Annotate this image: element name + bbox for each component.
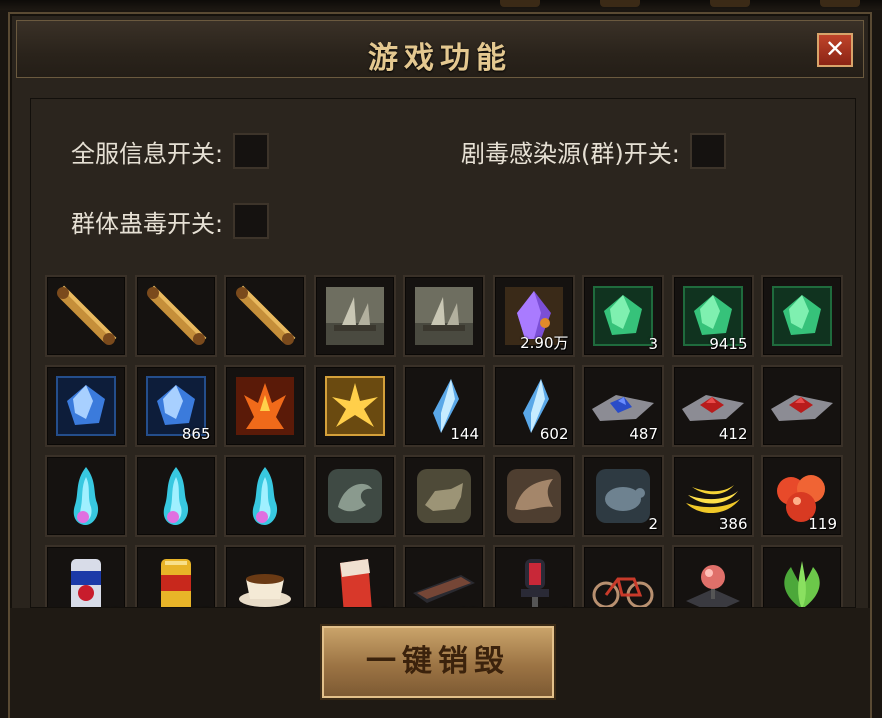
green-gem-icon bbox=[769, 283, 835, 349]
item-count: 9415 bbox=[709, 335, 748, 353]
tiger-tablet-icon bbox=[411, 463, 477, 529]
inventory-slot[interactable]: 412 bbox=[671, 365, 754, 447]
green-leaves-icon bbox=[769, 553, 835, 607]
inventory-slot[interactable] bbox=[671, 545, 754, 607]
ghost-ship-icon bbox=[411, 283, 477, 349]
inventory-slot[interactable]: 12 bbox=[403, 545, 485, 607]
inventory-slot[interactable] bbox=[403, 275, 485, 357]
inventory-slot[interactable] bbox=[224, 275, 306, 357]
golden-burst-icon bbox=[322, 373, 388, 439]
settings-panel: 全服信息开关: 剧毒感染源(群)开关: 群体蛊毒开关: 2.90万 3 9415 86… bbox=[30, 98, 856, 608]
inventory-slot[interactable] bbox=[45, 275, 127, 357]
bicycle-icon bbox=[590, 553, 656, 607]
title-bar: 游戏功能 ✕ bbox=[16, 20, 864, 78]
inventory-slot[interactable] bbox=[134, 275, 217, 357]
toggle-label: 群体蛊毒开关: bbox=[71, 209, 224, 238]
spirit-flame-icon bbox=[232, 463, 298, 529]
top-ornament bbox=[500, 0, 540, 7]
scroll-icon bbox=[53, 283, 119, 349]
inventory-slot[interactable]: 2.90万 bbox=[492, 275, 575, 357]
toggle-server-message: 全服信息开关: bbox=[71, 133, 270, 169]
inventory-slot[interactable] bbox=[492, 455, 575, 537]
footer-bar: 一键销毁 bbox=[10, 608, 870, 718]
top-ornament bbox=[710, 0, 750, 7]
fire-crystal-icon bbox=[232, 373, 298, 439]
item-count: 2.90万 bbox=[520, 334, 569, 352]
inventory-slot[interactable]: 865 bbox=[134, 365, 217, 447]
server-message-checkbox[interactable] bbox=[233, 133, 270, 169]
green-gem-icon bbox=[590, 283, 656, 349]
joystick-icon bbox=[680, 553, 746, 607]
inventory-slot[interactable]: 119 bbox=[761, 455, 843, 537]
cola-can-icon bbox=[53, 553, 119, 607]
item-count: 144 bbox=[450, 425, 479, 443]
item-count: 2 bbox=[648, 515, 658, 533]
top-ornament bbox=[820, 0, 860, 7]
poison-infection-checkbox[interactable] bbox=[689, 133, 726, 169]
inventory-slot[interactable] bbox=[45, 455, 127, 537]
toggle-label: 全服信息开关: bbox=[71, 139, 224, 168]
inventory-slot[interactable]: 144 bbox=[403, 365, 485, 447]
inventory-slot[interactable] bbox=[313, 365, 396, 447]
item-count: 602 bbox=[539, 425, 569, 443]
top-ornament bbox=[600, 0, 640, 7]
inventory-slot[interactable]: 2 bbox=[582, 455, 664, 537]
inventory-slot[interactable] bbox=[761, 275, 843, 357]
inventory-slot[interactable]: 37 bbox=[134, 545, 217, 607]
inventory-slot[interactable] bbox=[313, 275, 396, 357]
item-count: 487 bbox=[629, 425, 658, 443]
item-count: 3 bbox=[648, 335, 658, 353]
window-title: 游戏功能 bbox=[368, 41, 512, 76]
item-count: 865 bbox=[181, 425, 211, 443]
dragon-tablet-icon bbox=[322, 463, 388, 529]
keyboard-icon bbox=[411, 553, 477, 607]
gaming-chair-icon bbox=[501, 553, 567, 607]
ghost-ship-icon bbox=[322, 283, 388, 349]
item-count: 119 bbox=[808, 515, 837, 533]
inventory-slot[interactable]: 487 bbox=[582, 365, 664, 447]
toggle-poison-infection: 剧毒感染源(群)开关: bbox=[461, 133, 726, 169]
inventory-slot[interactable] bbox=[403, 455, 485, 537]
destroy-all-button[interactable]: 一键销毁 bbox=[322, 626, 554, 698]
inventory-slot[interactable] bbox=[134, 455, 217, 537]
inventory-slot[interactable]: 3 bbox=[582, 275, 664, 357]
game-functions-window: 游戏功能 ✕ 全服信息开关: 剧毒感染源(群)开关: 群体蛊毒开关: 2.90万… bbox=[8, 12, 872, 718]
inventory-slot[interactable]: 2 bbox=[582, 545, 664, 607]
spirit-flame-icon bbox=[143, 463, 209, 529]
spirit-flame-icon bbox=[53, 463, 119, 529]
inventory-slot[interactable]: 386 bbox=[671, 455, 754, 537]
turtle-tablet-icon bbox=[590, 463, 656, 529]
item-count: 386 bbox=[718, 515, 748, 533]
inventory-grid: 2.90万 3 9415 865 144 602 487 412 2 386 119 92373019… bbox=[45, 275, 843, 607]
phoenix-tablet-icon bbox=[501, 463, 567, 529]
inventory-slot[interactable] bbox=[45, 365, 127, 447]
juice-box-icon bbox=[322, 553, 388, 607]
red-ore-icon bbox=[769, 373, 835, 439]
energy-drink-icon bbox=[143, 553, 209, 607]
inventory-slot[interactable] bbox=[313, 455, 396, 537]
inventory-slot[interactable] bbox=[224, 455, 306, 537]
inventory-slot[interactable]: 30 bbox=[224, 545, 306, 607]
inventory-slot[interactable]: 602 bbox=[492, 365, 575, 447]
toggle-group-gu-poison: 群体蛊毒开关: bbox=[71, 203, 270, 239]
scroll-icon bbox=[143, 283, 209, 349]
inventory-slot[interactable] bbox=[224, 365, 306, 447]
item-count: 412 bbox=[718, 425, 748, 443]
inventory-slot[interactable]: 9415 bbox=[671, 275, 754, 357]
group-gu-poison-checkbox[interactable] bbox=[233, 203, 270, 239]
scroll-icon bbox=[232, 283, 298, 349]
blue-gem-icon bbox=[53, 373, 119, 439]
close-button[interactable]: ✕ bbox=[817, 33, 853, 67]
inventory-slot[interactable] bbox=[761, 365, 843, 447]
inventory-slot[interactable]: 92 bbox=[45, 545, 127, 607]
toggle-label: 剧毒感染源(群)开关: bbox=[461, 139, 680, 168]
inventory-slot[interactable]: 4 bbox=[492, 545, 575, 607]
inventory-slot[interactable]: 19 bbox=[313, 545, 396, 607]
top-strip bbox=[0, 0, 882, 10]
coffee-cup-icon bbox=[232, 553, 298, 607]
inventory-slot[interactable] bbox=[761, 545, 843, 607]
